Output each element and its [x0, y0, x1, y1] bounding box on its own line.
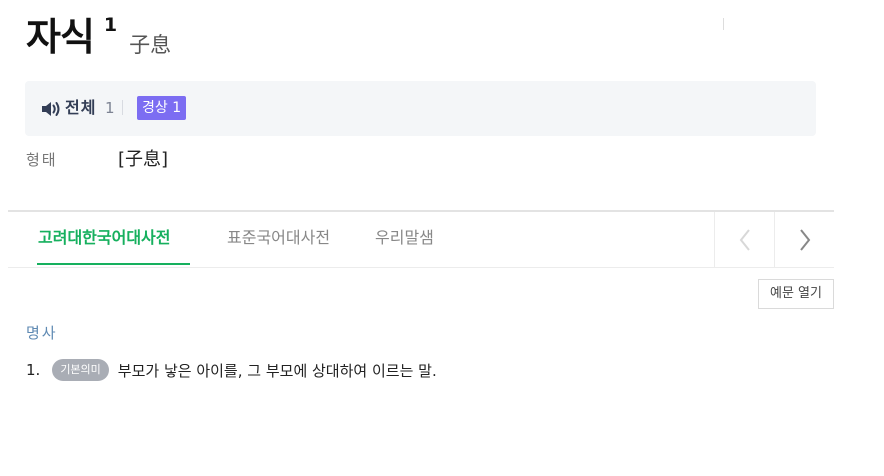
pronunciation-separator: [122, 100, 123, 115]
hanja-original: 子息: [129, 33, 172, 57]
pronunciation-box: 전체 1 경상 1: [25, 81, 816, 136]
header-divider: [723, 18, 724, 30]
form-label: 형태: [26, 151, 58, 169]
open-examples-button[interactable]: 예문 열기: [758, 279, 834, 309]
form-value: [子息]: [118, 149, 169, 170]
headword: 자식: [26, 15, 95, 59]
chevron-left-icon: [739, 228, 750, 251]
sense-number: 1.: [26, 361, 41, 379]
chevron-right-icon: [799, 228, 810, 251]
active-tab-indicator: [37, 263, 190, 265]
sense-item: 1. 기본의미 부모가 낳은 아이를, 그 부모에 상대하여 이르는 말.: [26, 358, 437, 382]
speaker-icon[interactable]: [41, 101, 61, 117]
pronunciation-all-count: 1: [105, 99, 115, 117]
dialect-chip-gyeongsang[interactable]: 경상 1: [137, 96, 187, 120]
entry-header: 자식 1 子息: [26, 12, 171, 62]
tabs-next-button[interactable]: [774, 212, 834, 267]
tab-standard-dictionary[interactable]: 표준국어대사전: [227, 226, 330, 250]
tabs-prev-button[interactable]: [714, 212, 774, 267]
tab-urimalsaem[interactable]: 우리말샘: [375, 226, 434, 250]
sense-definition: 부모가 낳은 아이를, 그 부모에 상대하여 이르는 말.: [117, 361, 437, 380]
tab-korea-univ-dictionary[interactable]: 고려대한국어대사전: [38, 226, 170, 250]
part-of-speech: 명사: [26, 324, 58, 342]
homonym-number: 1: [103, 14, 118, 36]
pronunciation-all-button[interactable]: 전체: [65, 96, 96, 120]
basic-meaning-badge: 기본의미: [52, 359, 109, 381]
dictionary-tabs: 고려대한국어대사전 표준국어대사전 우리말샘: [8, 210, 834, 268]
